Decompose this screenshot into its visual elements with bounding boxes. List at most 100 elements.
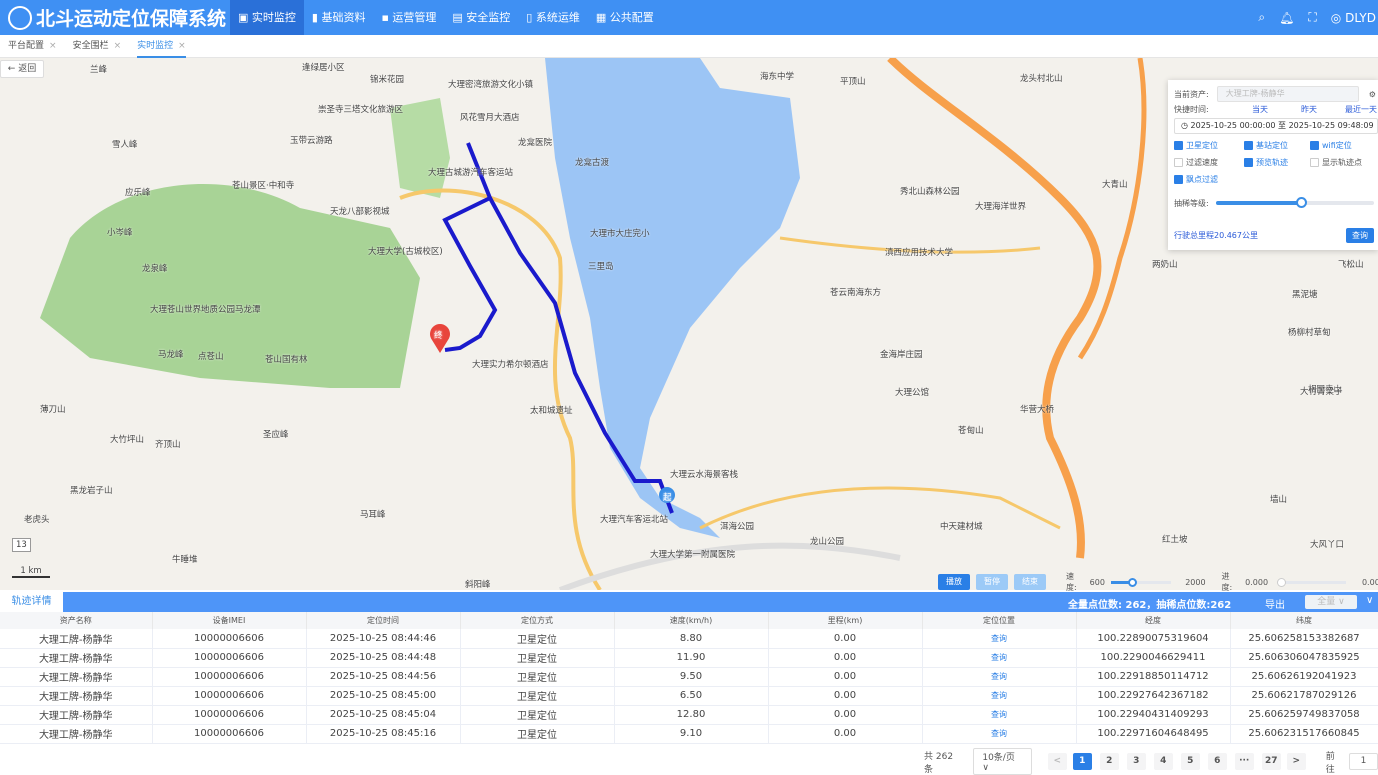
table-cell: 25.606306047835925 xyxy=(1230,648,1378,668)
page-button[interactable]: 1 xyxy=(1072,753,1092,770)
table-cell: 100.22918850114712 xyxy=(1076,667,1231,687)
pagination: 共 262 条 10条/页 ∨ < 1 2 3 4 5 6 ··· 27 > 前往 1 xyxy=(924,748,1378,775)
tab-platform-config[interactable]: 平台配置 × xyxy=(8,35,57,58)
asset-input[interactable]: 大理工牌-杨静华 xyxy=(1216,86,1359,102)
checkbox-option[interactable]: 显示轨迹点 xyxy=(1310,157,1362,168)
table-cell: 25.60621787029126 xyxy=(1230,686,1378,706)
checkbox-label: 过滤速度 xyxy=(1186,158,1218,167)
close-icon[interactable]: × xyxy=(114,41,122,51)
table-cell: 100.22940431409293 xyxy=(1076,705,1231,725)
map-place-label: 玉带云游路 xyxy=(290,136,333,146)
checkbox-option[interactable]: ✓ 飘点过滤 xyxy=(1174,174,1218,185)
date-range-picker[interactable]: ◷ 2025-10-25 00:00:00 至 2025-10-25 09:48… xyxy=(1174,118,1378,134)
speed-max: 2000 xyxy=(1185,577,1206,587)
scope-select[interactable]: 全量 ∨ xyxy=(1305,595,1357,609)
map-place-label: 老虎头 xyxy=(24,515,50,525)
nav-label: 系统运维 xyxy=(535,11,580,24)
nav-basic-data[interactable]: ▮ 基础资料 xyxy=(304,0,374,35)
quick-yesterday[interactable]: 昨天 xyxy=(1301,104,1317,115)
checkbox-option[interactable]: 过滤速度 xyxy=(1174,157,1218,168)
checkbox-option[interactable]: ✓ 基站定位 xyxy=(1244,140,1288,151)
close-icon[interactable]: × xyxy=(178,41,186,51)
export-button[interactable]: 导出 xyxy=(1265,596,1285,611)
query-location-link[interactable]: 查询 xyxy=(922,667,1077,687)
checkbox-label: wifi定位 xyxy=(1322,141,1352,150)
sampling-level-slider[interactable] xyxy=(1216,197,1374,208)
slider-handle[interactable] xyxy=(1128,577,1138,587)
slider-handle[interactable] xyxy=(1296,197,1308,208)
end-marker-label: 终 xyxy=(434,331,443,341)
page-button[interactable]: 5 xyxy=(1180,753,1200,770)
stop-button[interactable]: 结束 xyxy=(1014,574,1047,590)
query-location-link[interactable]: 查询 xyxy=(922,705,1077,725)
table-cell: 9.50 xyxy=(614,667,769,687)
page-size-select[interactable]: 10条/页 ∨ xyxy=(973,748,1032,775)
quick-last-day[interactable]: 最近一天 xyxy=(1345,104,1377,115)
map-place-label: 两奶山 xyxy=(1152,260,1178,270)
page-button[interactable]: 27 xyxy=(1261,753,1281,770)
tab-track-detail[interactable]: 轨迹详情 xyxy=(0,592,63,612)
query-location-link[interactable]: 查询 xyxy=(922,724,1077,744)
table-cell: 0.00 xyxy=(768,705,923,725)
gear-icon[interactable]: ⚙ xyxy=(1369,90,1376,99)
page-button[interactable]: 4 xyxy=(1153,753,1173,770)
query-location-link[interactable]: 查询 xyxy=(922,686,1077,706)
nav-system-ops[interactable]: ▯ 系统运维 xyxy=(518,0,588,35)
nav-realtime-monitor[interactable]: ▣ 实时监控 xyxy=(230,0,304,35)
table-cell: 25.606231517660845 xyxy=(1230,724,1378,744)
map-place-label: 龙头村北山 xyxy=(1020,74,1063,84)
tab-safety-fence[interactable]: 安全围栏 × xyxy=(73,35,122,58)
table-cell: 大理工牌-杨静华 xyxy=(0,667,153,687)
table-cell: 8.80 xyxy=(614,629,769,649)
map-place-label: 大理大学(古城校区) xyxy=(368,247,443,257)
back-button[interactable]: ← 返回 xyxy=(0,60,44,78)
nav-security[interactable]: ▤ 安全监控 xyxy=(444,0,518,35)
prev-page-button[interactable]: < xyxy=(1047,753,1067,770)
query-location-link[interactable]: 查询 xyxy=(922,629,1077,649)
table-cell: 卫星定位 xyxy=(460,667,615,687)
checkbox-icon: ✓ xyxy=(1244,158,1253,167)
close-icon[interactable]: × xyxy=(49,41,57,51)
column-header: 定位方式 xyxy=(460,612,615,629)
progress-slider[interactable] xyxy=(1277,577,1346,587)
tab-realtime-monitor[interactable]: 实时监控 × xyxy=(137,35,186,58)
checkbox-option[interactable]: ✓ wifi定位 xyxy=(1310,140,1352,151)
pause-button[interactable]: 暂停 xyxy=(976,574,1009,590)
map-place-label: 大风丫口 xyxy=(1310,540,1345,550)
user-menu[interactable]: ◎ DLYD xyxy=(1331,11,1376,25)
page-tabs: 平台配置 × 安全围栏 × 实时监控 × xyxy=(0,35,1378,58)
query-button[interactable]: 查询 xyxy=(1346,228,1374,243)
goto-page-input[interactable]: 1 xyxy=(1349,753,1378,770)
fullscreen-icon[interactable]: ⛶ xyxy=(1308,10,1316,25)
bell-icon[interactable]: 🔔︎ xyxy=(1279,11,1294,25)
slider-handle[interactable] xyxy=(1277,577,1287,587)
table-cell: 25.60626192041923 xyxy=(1230,667,1378,687)
map-place-label: 大理实力希尔顿酒店 xyxy=(472,360,549,370)
table-cell: 大理工牌-杨静华 xyxy=(0,724,153,744)
query-location-link[interactable]: 查询 xyxy=(922,648,1077,668)
checkbox-option[interactable]: ✓ 卫星定位 xyxy=(1174,140,1218,151)
map-place-label: 华营大桥 xyxy=(1020,405,1055,415)
nav-operations[interactable]: ▪ 运营管理 xyxy=(373,0,444,35)
table-cell: 25.606259749837058 xyxy=(1230,705,1378,725)
collapse-icon[interactable]: ∨ xyxy=(1366,595,1373,606)
table-cell: 卫星定位 xyxy=(460,724,615,744)
page-button[interactable]: 3 xyxy=(1126,753,1146,770)
speed-slider[interactable] xyxy=(1110,577,1172,587)
nav-public-config[interactable]: ▦ 公共配置 xyxy=(588,0,662,35)
next-page-button[interactable]: > xyxy=(1286,753,1306,770)
clock-icon: ◷ xyxy=(1181,121,1188,130)
quick-today[interactable]: 当天 xyxy=(1252,104,1268,115)
search-icon[interactable]: ⌕ xyxy=(1258,10,1265,25)
table-cell: 10000006606 xyxy=(152,648,307,668)
page-button[interactable]: 2 xyxy=(1099,753,1119,770)
checkbox-option[interactable]: ✓ 预览轨迹 xyxy=(1244,157,1288,168)
checkbox-icon: ✓ xyxy=(1244,141,1253,150)
map-place-label: 飞松山 xyxy=(1338,260,1364,270)
play-button[interactable]: 播放 xyxy=(938,574,971,590)
map-place-label: 秀北山森林公园 xyxy=(900,187,960,197)
page-button[interactable]: ··· xyxy=(1234,753,1254,770)
page-button[interactable]: 6 xyxy=(1207,753,1227,770)
map-place-label: 红土坡 xyxy=(1162,535,1188,545)
table-header: 资产名称 设备IMEI 定位时间 定位方式 速度(km/h) 里程(km) 定位位置 经度 纬度 xyxy=(0,612,1378,629)
